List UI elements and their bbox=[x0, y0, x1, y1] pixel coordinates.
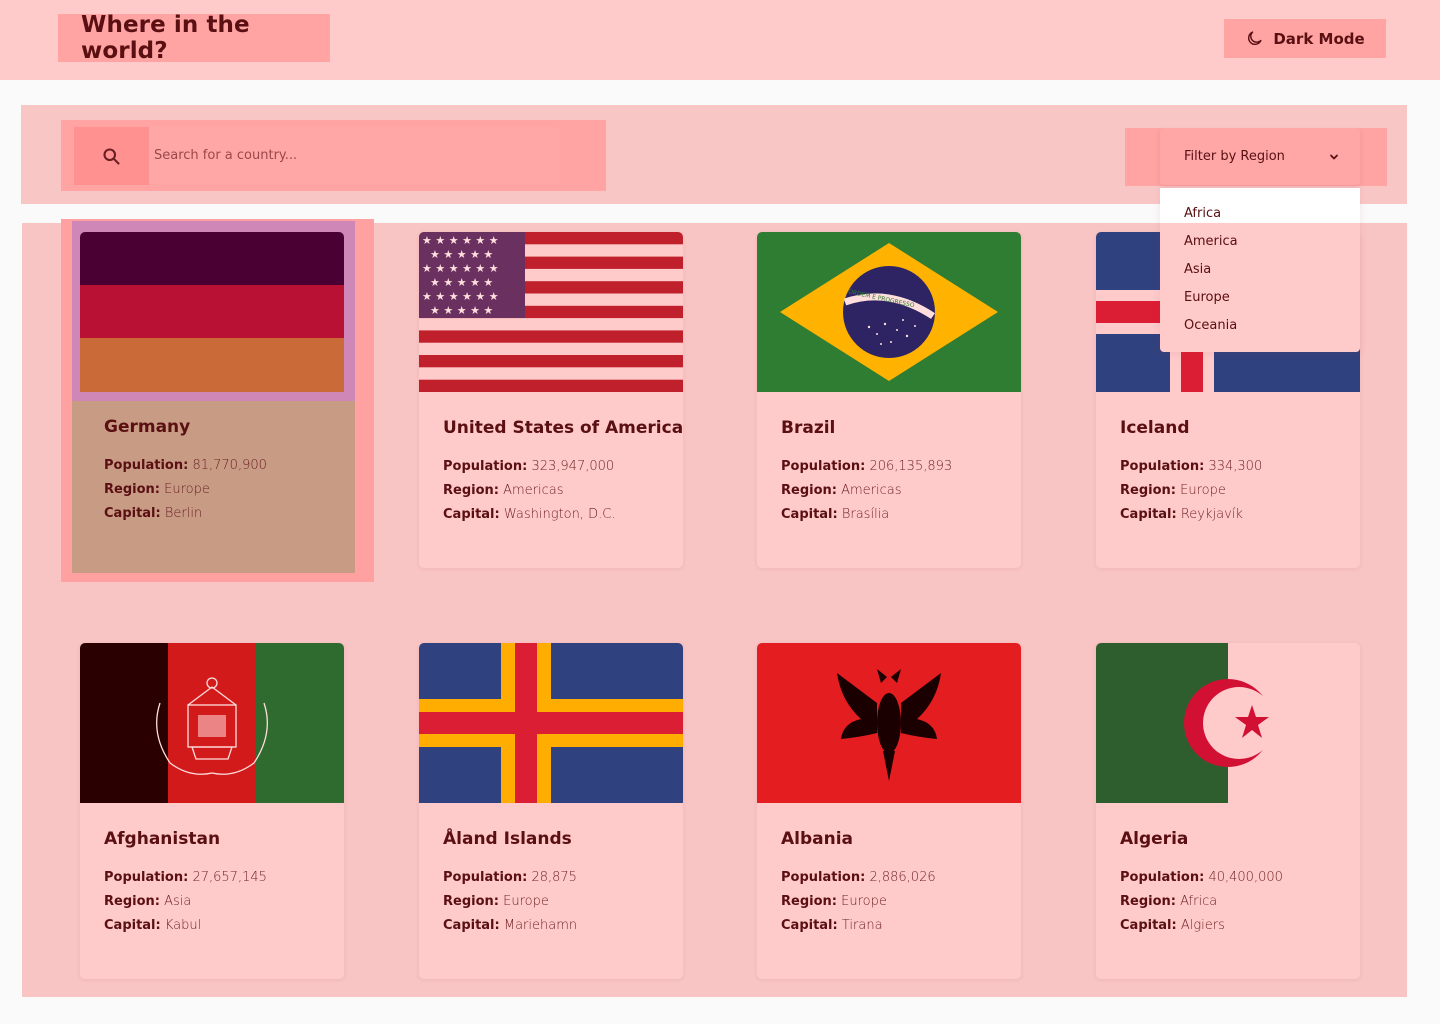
svg-text:★ ★ ★ ★ ★ ★: ★ ★ ★ ★ ★ ★ bbox=[422, 262, 499, 275]
country-name: Albania bbox=[781, 829, 854, 849]
svg-text:★ ★ ★ ★ ★ ★: ★ ★ ★ ★ ★ ★ bbox=[422, 234, 499, 247]
flag-image bbox=[80, 643, 344, 803]
brazil-flag: ORDEM E PROGRESSO bbox=[757, 232, 1021, 392]
region-row: Region: Europe bbox=[1120, 483, 1226, 498]
region-option-asia[interactable]: Asia bbox=[1184, 262, 1211, 277]
region-row: Region: Europe bbox=[443, 894, 549, 909]
population-row: Population: 323,947,000 bbox=[443, 459, 615, 474]
population-row: Population: 27,657,145 bbox=[104, 870, 267, 885]
population-row: Population: 2,886,026 bbox=[781, 870, 936, 885]
capital-row: Capital: Washington, D.C. bbox=[443, 507, 616, 522]
country-card-germany[interactable]: Germany Population: 81,770,900 Region: E… bbox=[72, 221, 355, 573]
capital-row: Capital: Brasília bbox=[781, 507, 890, 522]
search-input[interactable] bbox=[150, 128, 550, 183]
population-row: Population: 28,875 bbox=[443, 870, 577, 885]
capital-row: Capital: Berlin bbox=[104, 506, 203, 521]
country-card-albania[interactable]: Albania Population: 2,886,026 Region: Eu… bbox=[757, 643, 1021, 979]
search-icon bbox=[103, 147, 120, 165]
country-name: United States of America bbox=[443, 418, 683, 438]
svg-text:★ ★ ★ ★ ★: ★ ★ ★ ★ ★ bbox=[430, 248, 493, 261]
country-name: Brazil bbox=[781, 418, 836, 438]
flag-image bbox=[757, 643, 1021, 803]
population-row: Population: 81,770,900 bbox=[104, 458, 267, 473]
usa-flag: ★ ★ ★ ★ ★ ★ ★ ★ ★ ★ ★ ★ ★ ★ ★ ★ ★ ★ ★ ★ … bbox=[419, 232, 683, 392]
capital-row: Capital: Reykjavík bbox=[1120, 507, 1243, 522]
region-filter-select[interactable]: Filter by Region bbox=[1160, 128, 1360, 185]
country-name: Afghanistan bbox=[104, 829, 221, 849]
country-card-algeria[interactable]: Algeria Population: 40,400,000 Region: A… bbox=[1096, 643, 1360, 979]
svg-text:★ ★ ★ ★ ★: ★ ★ ★ ★ ★ bbox=[430, 276, 493, 289]
region-row: Region: Americas bbox=[781, 483, 902, 498]
flag-image: ★ ★ ★ ★ ★ ★ ★ ★ ★ ★ ★ ★ ★ ★ ★ ★ ★ ★ ★ ★ … bbox=[419, 232, 683, 392]
dark-mode-toggle[interactable]: Dark Mode bbox=[1224, 19, 1386, 58]
country-name: Algeria bbox=[1120, 829, 1189, 849]
germany-flag bbox=[80, 232, 344, 392]
flag-image bbox=[1096, 643, 1360, 803]
capital-row: Capital: Mariehamn bbox=[443, 918, 578, 933]
population-row: Population: 40,400,000 bbox=[1120, 870, 1283, 885]
region-filter-label: Filter by Region bbox=[1184, 149, 1285, 164]
aland-flag bbox=[419, 643, 683, 803]
region-row: Region: Europe bbox=[781, 894, 887, 909]
app-title-box: Where in the world? bbox=[58, 12, 330, 64]
country-card-brazil[interactable]: ORDEM E PROGRESSO Brazil Population: 206… bbox=[757, 232, 1021, 568]
region-option-africa[interactable]: Africa bbox=[1184, 206, 1221, 221]
capital-row: Capital: Algiers bbox=[1120, 918, 1225, 933]
population-row: Population: 334,300 bbox=[1120, 459, 1263, 474]
region-row: Region: Europe bbox=[104, 482, 210, 497]
region-row: Region: Africa bbox=[1120, 894, 1218, 909]
country-name: Iceland bbox=[1120, 418, 1190, 438]
flag-image bbox=[419, 643, 683, 803]
country-card-afghanistan[interactable]: Afghanistan Population: 27,657,145 Regio… bbox=[80, 643, 344, 979]
country-card-aland-islands[interactable]: Åland Islands Population: 28,875 Region:… bbox=[419, 643, 683, 979]
flag-image bbox=[72, 221, 355, 401]
chevron-down-icon bbox=[1330, 154, 1338, 159]
region-option-america[interactable]: America bbox=[1184, 234, 1238, 249]
moon-icon bbox=[1248, 31, 1262, 45]
capital-row: Capital: Kabul bbox=[104, 918, 202, 933]
population-row: Population: 206,135,893 bbox=[781, 459, 953, 474]
app-title: Where in the world? bbox=[81, 12, 250, 64]
dark-mode-label: Dark Mode bbox=[1273, 29, 1365, 48]
flag-image: ORDEM E PROGRESSO bbox=[757, 232, 1021, 392]
region-option-europe[interactable]: Europe bbox=[1184, 290, 1230, 305]
country-name: Germany bbox=[104, 417, 191, 437]
country-card-usa[interactable]: ★ ★ ★ ★ ★ ★ ★ ★ ★ ★ ★ ★ ★ ★ ★ ★ ★ ★ ★ ★ … bbox=[419, 232, 683, 568]
algeria-flag bbox=[1096, 643, 1360, 803]
region-row: Region: Asia bbox=[104, 894, 192, 909]
region-row: Region: Americas bbox=[443, 483, 564, 498]
capital-row: Capital: Tirana bbox=[781, 918, 883, 933]
afghanistan-flag bbox=[80, 643, 344, 803]
region-option-oceania[interactable]: Oceania bbox=[1184, 318, 1237, 333]
albania-flag bbox=[757, 643, 1021, 803]
svg-text:★ ★ ★ ★ ★ ★: ★ ★ ★ ★ ★ ★ bbox=[422, 290, 499, 303]
country-name: Åland Islands bbox=[443, 829, 572, 849]
svg-text:★ ★ ★ ★ ★: ★ ★ ★ ★ ★ bbox=[430, 304, 493, 317]
search-icon-button[interactable] bbox=[74, 127, 149, 185]
